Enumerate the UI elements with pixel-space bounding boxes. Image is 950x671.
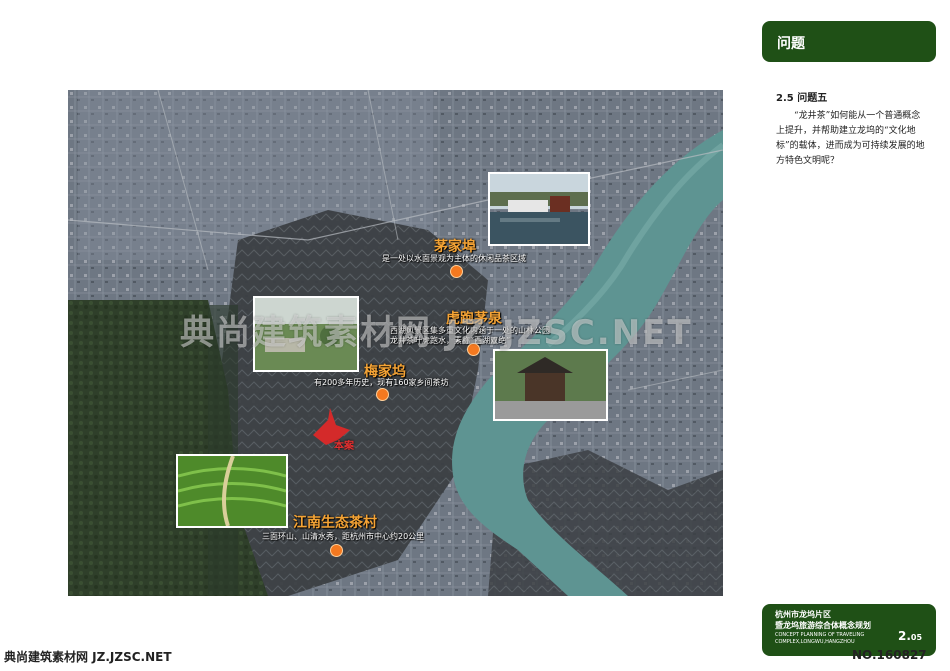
page-number-sub: 05 — [910, 633, 923, 642]
footer-line3: CONCEPT PLANNING OF TRAVELING — [775, 632, 865, 638]
page-number-main: 2. — [898, 629, 911, 643]
footer-line1: 杭州市龙坞片区 — [775, 610, 831, 619]
watermark-bottom: 典尚建筑素材网 JZ.JZSC.NET — [4, 650, 172, 664]
footer-line4: COMPLEX,LONGWU,HANGZHOU — [775, 639, 855, 645]
site-label: 本案 — [334, 441, 354, 452]
marker-jiangnan[interactable] — [330, 544, 343, 557]
section-header: 问题 — [762, 21, 936, 62]
place-name-jiangnan: 江南生态茶村 — [293, 515, 377, 531]
marker-meijiawu[interactable] — [376, 388, 389, 401]
page-number: 2.05 — [898, 629, 922, 643]
footer-line2: 暨龙坞旅游综合体概念规划 — [775, 621, 871, 630]
place-desc-meijiawu: 有200多年历史，现有160家乡间茶坊 — [314, 378, 449, 387]
photo-tea-fields — [176, 454, 288, 528]
header-title: 问题 — [777, 36, 805, 52]
photo-maojiabu — [488, 172, 590, 246]
photo-pavilion — [493, 349, 608, 421]
section-body: “龙井茶”如何能从一个普通概念上提升，并帮助建立龙坞的“文化地标”的载体，进而成… — [776, 111, 925, 166]
watermark-center: 典尚建筑素材网 JZ.JZSC.NET — [180, 313, 693, 353]
section-title: 2.5 问题五 — [776, 93, 828, 104]
watermark-number: NO.160827 — [852, 648, 927, 662]
marker-maojiabu[interactable] — [450, 265, 463, 278]
place-desc-jiangnan: 三面环山、山清水秀，距杭州市中心约20公里 — [262, 532, 425, 541]
place-desc-maojiabu: 是一处以水面景观为主体的休闲品茶区域 — [382, 254, 526, 263]
